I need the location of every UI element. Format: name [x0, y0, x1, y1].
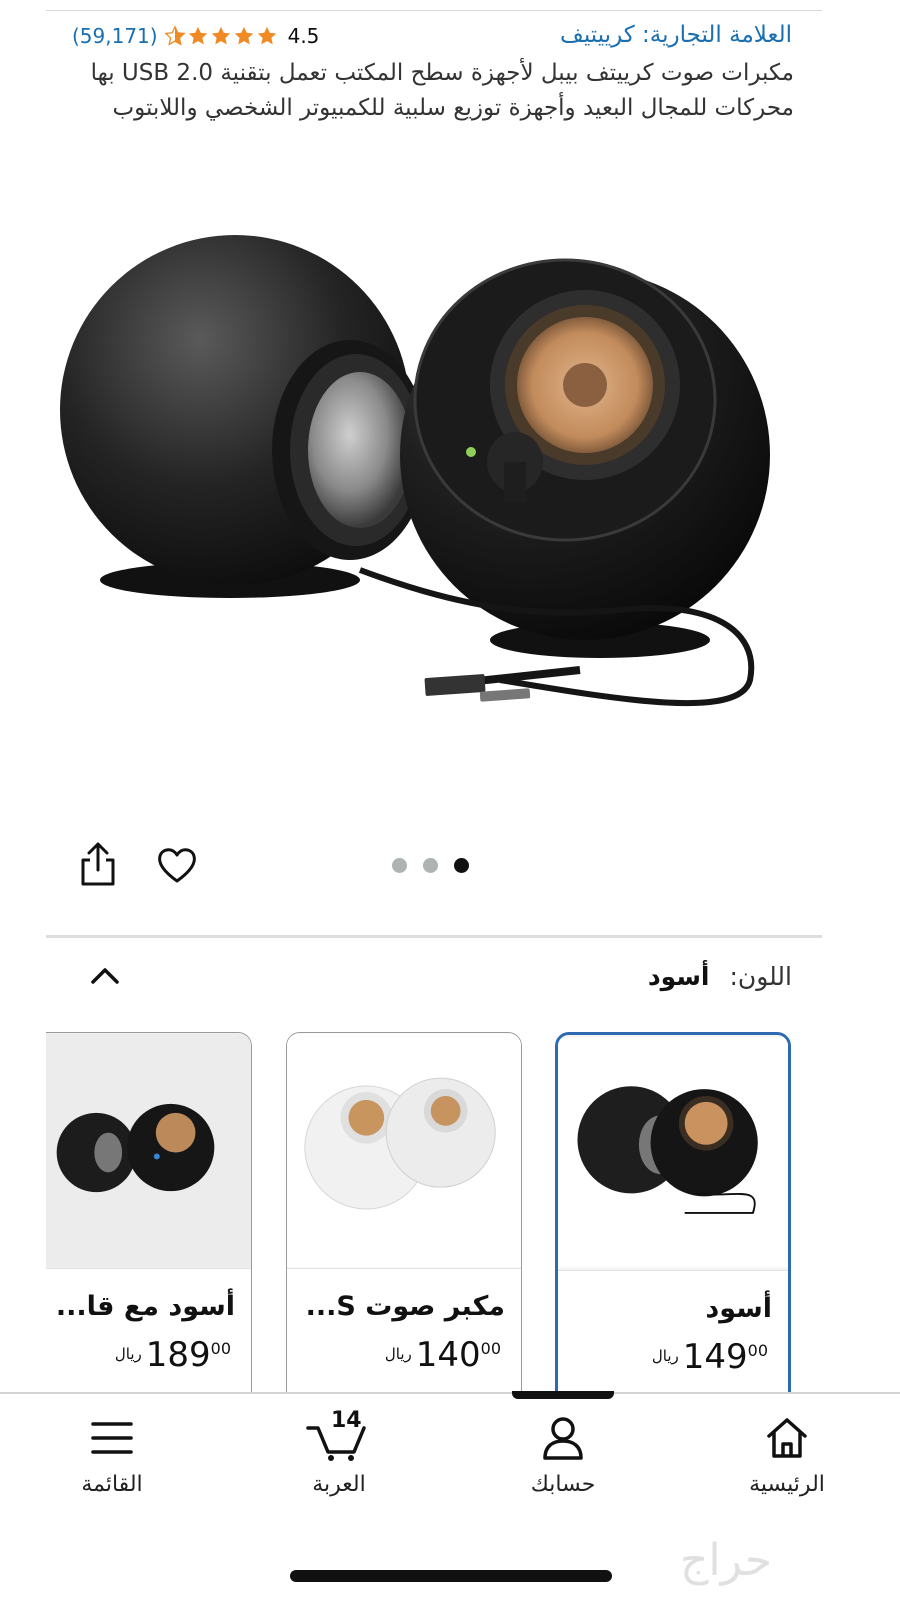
page-dot[interactable]	[392, 858, 407, 873]
price-whole: 189	[145, 1335, 211, 1375]
option-name: مكبر صوت S...	[305, 1291, 505, 1322]
color-value: أسود	[647, 962, 710, 991]
page-dot-active[interactable]	[454, 858, 469, 873]
brand-link[interactable]: العلامة التجارية: كرييتيف	[560, 22, 792, 48]
star-icon	[257, 26, 276, 45]
cart-count-badge: 14	[331, 1408, 362, 1433]
watermark: حراج	[680, 1535, 773, 1586]
color-label: اللون:	[729, 962, 792, 991]
star-icon	[188, 26, 207, 45]
color-swatches: أسود ريال 149 00 مكبر صوت S... ريال 140 …	[46, 1032, 822, 1392]
option-price: ريال 189 00	[115, 1337, 231, 1373]
price-fraction: 00	[480, 1339, 501, 1358]
swatch-image	[558, 1035, 788, 1271]
star-icon	[211, 26, 230, 45]
nav-home-label: الرئيسية	[749, 1472, 825, 1497]
price-fraction: 00	[747, 1341, 768, 1360]
option-price: ريال 149 00	[652, 1339, 768, 1375]
brand-rating-row: (59,171) 4.5 العلامة التجارية: كرييتيف	[72, 20, 792, 54]
nav-account-label: حسابك	[530, 1472, 596, 1497]
product-image[interactable]	[60, 200, 820, 760]
swatch-image	[46, 1033, 251, 1269]
nav-menu-label: القائمة	[81, 1472, 143, 1497]
price-currency: ريال	[114, 1345, 142, 1363]
option-name: أسود مع قا...	[55, 1291, 235, 1322]
nav-account[interactable]: حسابك	[483, 1414, 643, 1497]
page-dot[interactable]	[423, 858, 438, 873]
star-icon	[234, 26, 253, 45]
price-currency: ريال	[651, 1347, 679, 1365]
home-icon	[767, 1418, 807, 1458]
image-pagination	[392, 858, 469, 873]
color-option-black-with-stand[interactable]: أسود مع قا... ريال 189 00	[46, 1032, 252, 1392]
rating-value: 4.5	[287, 24, 320, 48]
half-star-icon	[163, 25, 186, 46]
user-icon	[543, 1417, 583, 1460]
option-name: أسود	[705, 1293, 772, 1324]
rating[interactable]: (59,171) 4.5	[72, 20, 319, 52]
share-icon[interactable]	[78, 840, 118, 890]
rating-count[interactable]: (59,171)	[72, 24, 158, 48]
price-whole: 149	[682, 1337, 748, 1377]
swatch-image	[287, 1033, 521, 1269]
hamburger-menu-icon	[91, 1422, 133, 1454]
nav-home[interactable]: الرئيسية	[707, 1414, 867, 1497]
section-divider	[46, 935, 822, 938]
price-fraction: 00	[210, 1339, 231, 1358]
nav-active-indicator	[512, 1391, 614, 1399]
home-indicator[interactable]	[290, 1570, 612, 1582]
nav-cart-label: العربة	[312, 1472, 366, 1497]
color-option-black[interactable]: أسود ريال 149 00	[555, 1032, 791, 1392]
star-rating	[163, 25, 278, 47]
nav-cart[interactable]: 14 العربة	[259, 1408, 419, 1497]
chevron-up-icon[interactable]	[88, 960, 122, 990]
nav-menu[interactable]: القائمة	[32, 1414, 192, 1497]
product-title: مكبرات صوت كرييتف بيبل لأجهزة سطح المكتب…	[90, 60, 794, 121]
color-option-white[interactable]: مكبر صوت S... ريال 140 00	[286, 1032, 522, 1392]
price-whole: 140	[415, 1335, 481, 1375]
top-divider	[46, 10, 822, 11]
price-currency: ريال	[384, 1345, 412, 1363]
heart-icon[interactable]	[155, 843, 199, 887]
option-price: ريال 140 00	[385, 1337, 501, 1373]
color-selection: اللون: أسود	[300, 962, 792, 991]
